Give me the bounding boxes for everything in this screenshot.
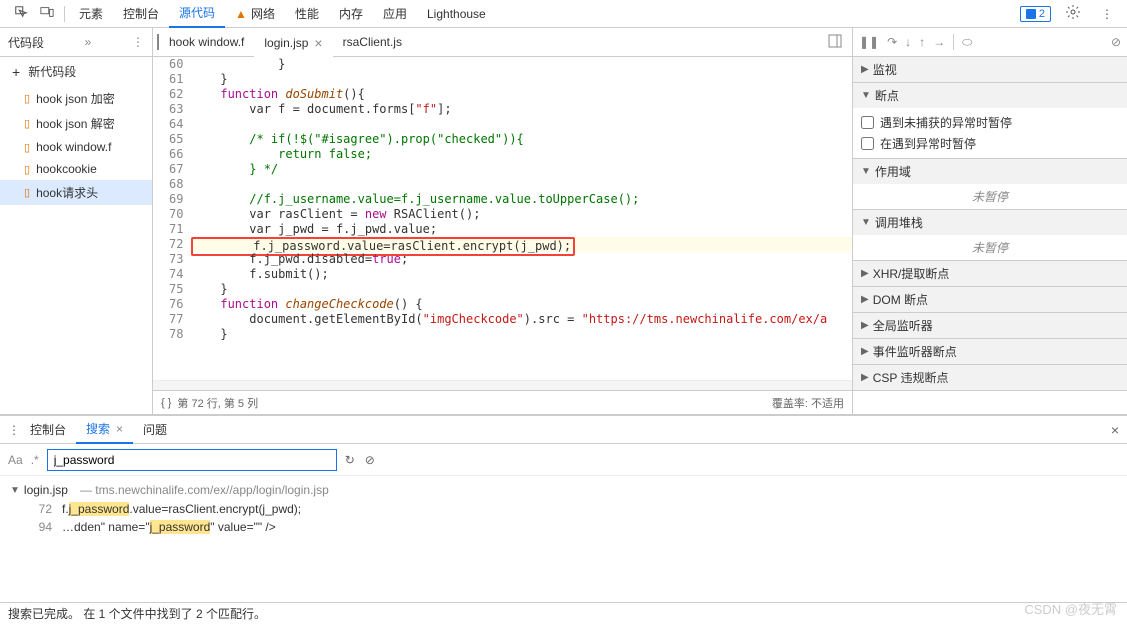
csp-section[interactable]: ▶CSP 违规断点 — [853, 365, 1127, 390]
drawer: ⋮ 控制台 搜索× 问题 × Aa .* ↻ ⊘ ▼ login.jsp — t… — [0, 414, 1127, 624]
devtools-toolbar: 元素 控制台 源代码 ▲网络 性能 内存 应用 Lighthouse 2 ⋮ — [0, 0, 1127, 28]
tab-elements[interactable]: 元素 — [69, 0, 113, 28]
drawer-tab-search[interactable]: 搜索× — [76, 416, 133, 444]
file-icon: ▯ — [24, 141, 30, 154]
tab-lighthouse[interactable]: Lighthouse — [417, 0, 496, 28]
file-icon: ▯ — [24, 92, 30, 105]
regex-icon[interactable]: .* — [31, 453, 39, 467]
tab-memory[interactable]: 内存 — [329, 0, 373, 28]
tab-performance[interactable]: 性能 — [285, 0, 329, 28]
snippets-sidebar: 代码段 » ⋮ + 新代码段 ▯hook json 加密 ▯hook json … — [0, 28, 153, 414]
plus-icon: + — [12, 64, 20, 80]
more-icon[interactable]: ⋮ — [1095, 3, 1119, 25]
debugger-panel: ❚❚ ↷ ↓ ↑ → ⬭ ⊘ ▶监视 ▼断点 遇到未捕获的异常时暂停 在遇到异常… — [853, 28, 1127, 414]
breakpoints-section[interactable]: ▼断点 — [853, 83, 1127, 108]
result-line[interactable]: 72 f.j_password.value=rasClient.encrypt(… — [0, 500, 1127, 518]
close-icon[interactable]: × — [116, 422, 123, 436]
dom-section[interactable]: ▶DOM 断点 — [853, 287, 1127, 312]
warning-icon: ▲ — [235, 7, 247, 21]
pause-uncaught-checkbox[interactable] — [861, 116, 874, 129]
no-icon[interactable]: ⊘ — [1111, 35, 1121, 49]
refresh-icon[interactable]: ↻ — [345, 453, 355, 467]
issues-badge[interactable]: 2 — [1020, 6, 1051, 22]
pause-caught-checkbox[interactable] — [861, 137, 874, 150]
status-bar: 搜索已完成。 在 1 个文件中找到了 2 个匹配行。 — [0, 602, 1127, 624]
step-into-icon[interactable]: ↓ — [905, 35, 911, 49]
file-icon: ▯ — [24, 186, 30, 199]
inspect-icon[interactable] — [8, 1, 34, 26]
editor-tabs: hook window.f login.jsp× rsaClient.js — [153, 28, 852, 57]
global-section[interactable]: ▶全局监听器 — [853, 313, 1127, 338]
callstack-section[interactable]: ▼调用堆栈 — [853, 210, 1127, 235]
split-icon[interactable] — [828, 34, 842, 51]
editor-tab[interactable]: hook window.f — [159, 28, 254, 57]
deactivate-bp-icon[interactable]: ⬭ — [962, 35, 972, 50]
chevron-right-icon[interactable]: » — [85, 35, 92, 49]
gutter: 60616263646566676869707172737475767778 — [153, 57, 191, 380]
more-icon[interactable]: ⋮ — [132, 35, 144, 49]
gear-icon[interactable] — [1059, 0, 1087, 27]
code-editor[interactable]: 60616263646566676869707172737475767778 }… — [153, 57, 852, 380]
more-icon[interactable]: ⋮ — [8, 423, 20, 437]
event-section[interactable]: ▶事件监听器断点 — [853, 339, 1127, 364]
result-file[interactable]: ▼ login.jsp — tms.newchinalife.com/ex//a… — [0, 480, 1127, 500]
xhr-section[interactable]: ▶XHR/提取断点 — [853, 261, 1127, 286]
tab-application[interactable]: 应用 — [373, 0, 417, 28]
tab-network[interactable]: ▲网络 — [225, 0, 285, 28]
tab-sources[interactable]: 源代码 — [169, 0, 225, 28]
search-input[interactable] — [47, 449, 337, 471]
close-icon[interactable]: × — [314, 35, 322, 51]
result-path: — tms.newchinalife.com/ex//app/login/log… — [80, 483, 329, 497]
close-drawer-icon[interactable]: × — [1111, 422, 1119, 438]
snippet-item[interactable]: ▯hook请求头 — [0, 180, 152, 205]
divider — [64, 6, 65, 22]
search-results: ▼ login.jsp — tms.newchinalife.com/ex//a… — [0, 476, 1127, 602]
step-icon[interactable]: → — [933, 35, 945, 49]
scope-section[interactable]: ▼作用域 — [853, 159, 1127, 184]
result-line[interactable]: 94 …dden" name="j_password" value="" /> — [0, 518, 1127, 536]
device-icon[interactable] — [34, 1, 60, 26]
watermark: CSDN @夜无霄 — [1024, 599, 1117, 618]
editor-tab[interactable]: login.jsp× — [254, 28, 332, 57]
case-sensitive-icon[interactable]: Aa — [8, 453, 23, 467]
file-icon: ▯ — [24, 117, 30, 130]
horizontal-scrollbar[interactable] — [153, 380, 852, 390]
step-out-icon[interactable]: ↑ — [919, 35, 925, 49]
cursor-position: 第 72 行, 第 5 列 — [177, 395, 258, 411]
braces-icon[interactable]: { } — [161, 397, 171, 409]
watch-section[interactable]: ▶监视 — [853, 57, 1127, 82]
file-icon: ▯ — [24, 163, 30, 176]
snippet-item[interactable]: ▯hook json 解密 — [0, 111, 152, 136]
tab-console[interactable]: 控制台 — [113, 0, 169, 28]
snippet-item[interactable]: ▯hook json 加密 — [0, 86, 152, 111]
drawer-tab-issues[interactable]: 问题 — [133, 416, 177, 444]
step-over-icon[interactable]: ↷ — [887, 35, 897, 49]
drawer-tab-console[interactable]: 控制台 — [20, 416, 76, 444]
new-snippet-button[interactable]: + 新代码段 — [0, 57, 152, 86]
chevron-down-icon: ▼ — [10, 485, 20, 496]
snippet-item[interactable]: ▯hook window.f — [0, 136, 152, 158]
pause-icon[interactable]: ❚❚ — [859, 35, 879, 49]
sidebar-title: 代码段 — [8, 34, 44, 51]
clear-icon[interactable]: ⊘ — [365, 453, 375, 467]
snippet-item[interactable]: ▯hookcookie — [0, 158, 152, 180]
coverage-label: 覆盖率: 不适用 — [772, 395, 844, 411]
editor-tab[interactable]: rsaClient.js — [333, 28, 412, 57]
